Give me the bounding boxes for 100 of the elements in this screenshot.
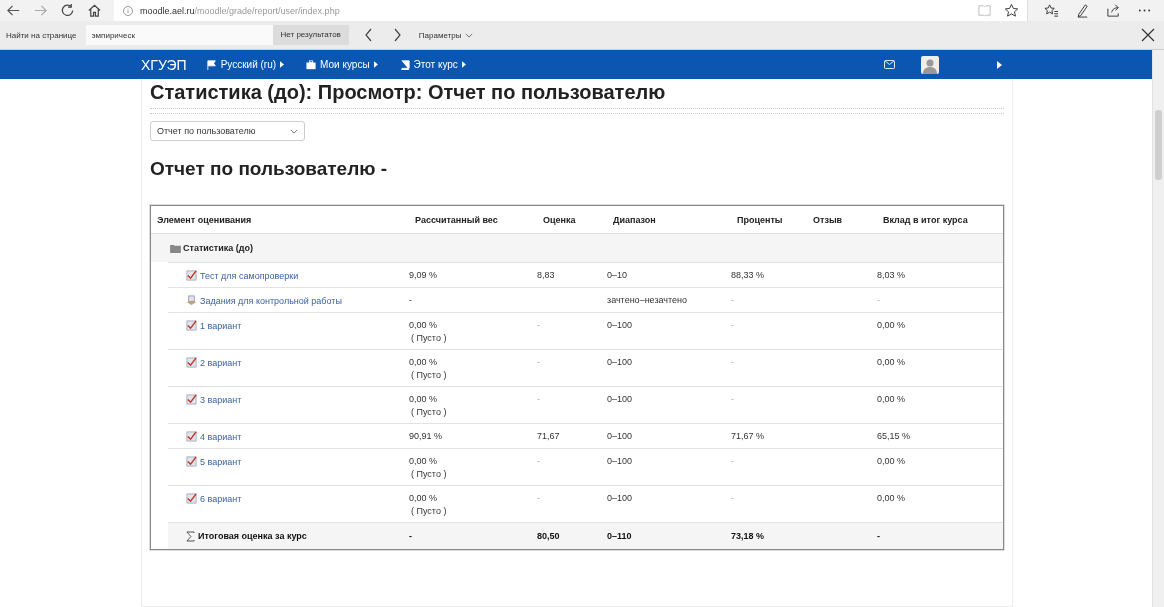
table-cell: 0–100 [607, 320, 633, 330]
mail-icon[interactable] [884, 60, 895, 69]
avatar-icon[interactable] [921, 55, 939, 74]
back-icon[interactable] [6, 3, 21, 18]
table-cell: 73,18 % [731, 531, 765, 541]
checked-quiz-icon [186, 270, 197, 281]
table-cell: 0,00 % [877, 320, 906, 330]
table-cell: 8,03 % [877, 270, 906, 280]
table-cell: 0–100 [607, 456, 633, 466]
home-icon[interactable] [87, 3, 102, 18]
table-cell: - [409, 531, 412, 541]
find-label: Найти на странице [6, 30, 77, 40]
table-cell: - [731, 357, 734, 367]
page-title: Статистика (до): Просмотр: Отчет по пользователю [150, 80, 667, 104]
folder-icon [170, 243, 181, 253]
table-cell-text: 0,00 % [409, 456, 439, 466]
table-cell: 80,50 [537, 531, 560, 541]
grade-item-link[interactable]: 3 вариант [200, 394, 242, 405]
table-cell-text: 0,00 % [409, 394, 439, 404]
find-result: Нет результатов [272, 25, 349, 45]
table-cell-text: 0,00 % [409, 320, 439, 330]
grade-item-link[interactable]: 5 вариант [200, 456, 242, 467]
table-cell: - [537, 394, 540, 404]
table-cell: - [731, 493, 734, 503]
table-cell: 0–100 [607, 493, 633, 503]
table-cell-text: 0,00 % [409, 357, 439, 367]
find-field[interactable]: эмпирическ [85, 25, 273, 45]
table-cell: 0–110 [607, 531, 632, 541]
table-cell: - [877, 295, 880, 305]
table-cell-text: 90,91 % [409, 431, 444, 441]
column-header: Проценты [737, 214, 784, 225]
chevron-icon [290, 128, 298, 134]
checked-quiz-icon [186, 320, 197, 331]
column-header: Оценка [543, 214, 577, 225]
scrollbar[interactable] [1152, 50, 1164, 607]
table-cell-text: 9,09 % [409, 270, 439, 280]
table-cell: - [731, 320, 734, 330]
caret-icon [280, 61, 285, 68]
checked-quiz-icon [186, 394, 197, 405]
address-field[interactable]: moodle.ael.ru/moodle/grade/report/user/index.php [114, 0, 1028, 21]
table-cell: 8,83 [537, 270, 555, 280]
scrollbar-thumb[interactable] [1155, 110, 1162, 180]
table-cell: 0,00 % [877, 493, 906, 503]
checked-quiz-icon [186, 456, 197, 467]
favorites-icon[interactable] [1044, 3, 1059, 18]
column-header: Вклад в итог курса [883, 214, 969, 225]
table-cell: 0–100 [607, 357, 633, 367]
grade-item-link[interactable]: 1 вариант [200, 320, 242, 331]
share-icon[interactable] [1106, 3, 1121, 18]
briefcase-icon [306, 59, 317, 70]
caret-icon [373, 61, 378, 68]
table-cell: 0,00 % [877, 394, 906, 404]
flag-icon [206, 59, 217, 70]
table-cell: 88,33 % [731, 270, 765, 280]
site-brand[interactable]: ХГУЭП [141, 56, 187, 73]
table-cell: 0–10 [607, 270, 628, 280]
info-icon [122, 4, 134, 17]
pen-icon[interactable] [1075, 3, 1090, 18]
checked-quiz-icon [186, 493, 197, 504]
grade-item-link[interactable]: Задания для контрольной работы [200, 295, 342, 306]
star-icon[interactable] [1004, 3, 1019, 18]
nav-menu-item[interactable]: Этот курс [399, 59, 466, 70]
table-cell-text: - [409, 295, 413, 305]
assignment-icon [186, 295, 197, 306]
table-cell: 0–100 [607, 431, 633, 441]
table-cell: - [731, 295, 734, 305]
table-cell: 0,00 % [877, 456, 906, 466]
report-select[interactable]: Отчет по пользователю [150, 121, 305, 141]
table-cell: - [731, 394, 734, 404]
close-icon[interactable] [1140, 27, 1156, 43]
table-cell-text: ( Пусто ) [410, 407, 448, 417]
sum-icon [186, 530, 195, 542]
table-cell: 65,15 % [877, 431, 911, 441]
total-label: Итоговая оценка за курс [198, 531, 307, 541]
book-icon [399, 59, 410, 70]
caret-icon[interactable] [997, 60, 1002, 69]
grade-item-link[interactable]: 6 вариант [200, 493, 242, 504]
table-cell-text: ( Пусто ) [410, 333, 448, 343]
column-header: Элемент оценивания [157, 214, 253, 225]
category-name: Статистика (до) [183, 243, 253, 253]
checked-quiz-icon [186, 357, 197, 368]
grade-item-link[interactable]: 2 вариант [200, 357, 242, 368]
caret-icon [461, 61, 466, 68]
nav-menu-item[interactable]: Русский (ru) [206, 59, 285, 70]
options-button[interactable]: Параметры [418, 30, 473, 40]
table-cell: 71,67 % [731, 431, 765, 441]
column-header: Рассчитанный вес [415, 214, 499, 225]
grade-item-link[interactable]: Тест для самопроверки [200, 270, 299, 281]
nav-menu-item[interactable]: Мои курсы [306, 59, 378, 70]
table-cell: - [731, 456, 734, 466]
refresh-icon[interactable] [60, 3, 75, 18]
table-cell: - [537, 320, 540, 330]
table-cell: 71,67 [537, 431, 560, 441]
chevron-icon [464, 32, 473, 38]
table-cell: - [537, 357, 540, 367]
table-cell-text: ( Пусто ) [410, 370, 448, 380]
table-cell: - [537, 456, 540, 466]
report-heading: Отчет по пользователю - [150, 158, 389, 180]
table-cell: - [877, 531, 880, 541]
grade-item-link[interactable]: 4 вариант [200, 431, 242, 442]
